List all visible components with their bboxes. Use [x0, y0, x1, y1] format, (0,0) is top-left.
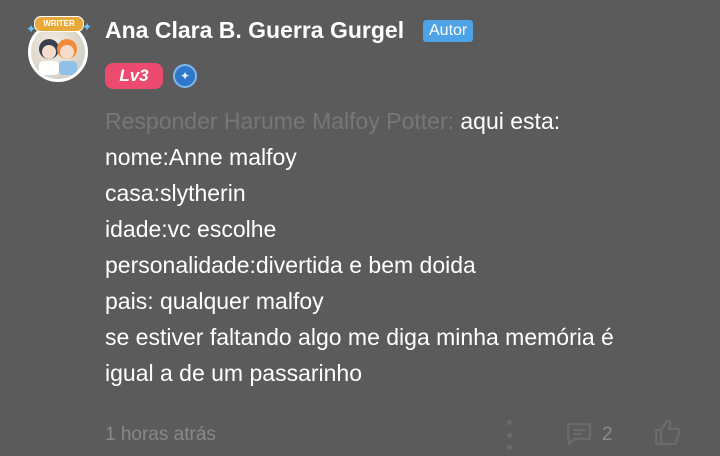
writer-badge: WRITER [34, 16, 84, 32]
avatar-frame[interactable]: WRITER ✦ ✦ [22, 14, 94, 86]
comment-line: nome:Anne malfoy [105, 144, 297, 170]
comment-line: casa:slytherin [105, 180, 246, 206]
comment-line: aqui esta: [460, 108, 561, 134]
more-vertical-icon[interactable] [505, 420, 513, 450]
reply-prefix[interactable]: Responder Harume Malfoy Potter: [105, 108, 454, 134]
level-badge[interactable]: Lv3 [105, 63, 163, 89]
comment-line: idade:vc escolhe [105, 216, 277, 242]
author-tag: Autor [423, 20, 474, 42]
username[interactable]: Ana Clara B. Guerra Gurgel [105, 17, 404, 44]
comment-line: personalidade:divertida e bem doida [105, 252, 476, 278]
comment-line: pais: qualquer malfoy [105, 288, 324, 314]
star-icon: ✦ [82, 20, 93, 34]
thumbs-up-icon[interactable] [652, 417, 682, 452]
star-icon: ✦ [26, 22, 37, 36]
comment-body: Responder Harume Malfoy Potter: aqui est… [105, 103, 705, 391]
comment-line: se estiver faltando algo me diga minha m… [105, 324, 614, 350]
comment-line: igual a de um passarinho [105, 360, 362, 386]
shield-icon[interactable]: ✦ [173, 64, 197, 88]
avatar-illustration [39, 39, 77, 75]
reply-count: 2 [602, 424, 613, 445]
timestamp: 1 horas atrás [105, 424, 216, 445]
comment-icon[interactable] [565, 421, 593, 452]
